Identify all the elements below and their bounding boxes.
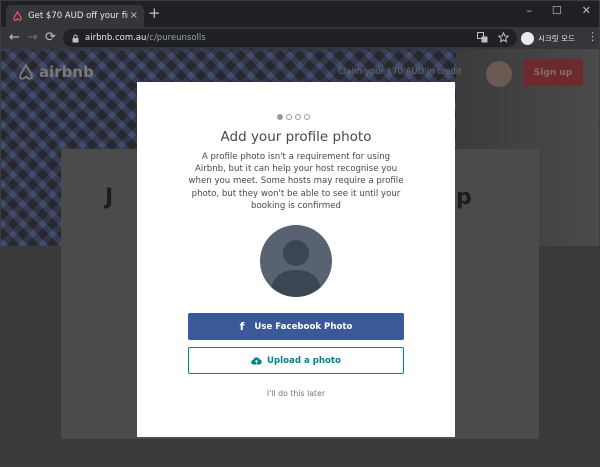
- incognito-label: 시크릿 모드: [538, 33, 575, 43]
- incognito-icon: [521, 31, 534, 45]
- omnibox-actions: [477, 32, 509, 43]
- browser-menu-icon[interactable]: ⋮: [587, 30, 598, 43]
- browser-toolbar: ← → ⟳ airbnb.com.au/c/pureunsolls 시크릿 모드: [1, 27, 599, 49]
- user-silhouette-icon: [270, 240, 322, 297]
- modal-title: Add your profile photo: [220, 129, 372, 145]
- claim-credit-link[interactable]: Claim your $70 AUD in credit: [338, 67, 462, 77]
- url-host: airbnb.com.au: [85, 33, 147, 43]
- upload-photo-button[interactable]: Upload a photo: [188, 347, 404, 374]
- upload-button-label: Upload a photo: [267, 355, 341, 366]
- tab-title: Get $70 AUD off your first adve: [28, 11, 128, 21]
- facebook-button-label: Use Facebook Photo: [254, 321, 353, 332]
- step-dot: [277, 114, 283, 120]
- facebook-icon: f: [239, 320, 245, 333]
- maximize-icon[interactable]: ☐: [552, 4, 562, 17]
- address-bar[interactable]: airbnb.com.au/c/pureunsolls: [63, 29, 517, 47]
- back-icon[interactable]: ←: [9, 29, 20, 47]
- do-this-later-link[interactable]: I'll do this later: [137, 389, 455, 398]
- forward-icon[interactable]: →: [27, 29, 38, 47]
- incognito-chip[interactable]: 시크릿 모드: [521, 30, 575, 46]
- profile-photo-placeholder: [260, 225, 332, 297]
- close-window-icon[interactable]: ✕: [582, 4, 591, 17]
- minimize-icon[interactable]: –: [526, 4, 532, 17]
- page-content: J p airbnb Claim your $70 AUD in credit …: [1, 49, 599, 466]
- tab-close-icon[interactable]: ×: [130, 11, 138, 21]
- url-text: airbnb.com.au/c/pureunsolls: [85, 33, 206, 43]
- airbnb-logo-text: airbnb: [39, 63, 94, 81]
- translate-icon[interactable]: [477, 32, 488, 43]
- step-indicator: [277, 114, 310, 120]
- star-icon[interactable]: [498, 32, 509, 43]
- browser-window: Get $70 AUD off your first adve × + – ☐ …: [0, 0, 600, 467]
- tab-bar: Get $70 AUD off your first adve × + – ☐ …: [1, 1, 599, 27]
- airbnb-logo-icon: [19, 63, 33, 80]
- cloud-upload-icon: [251, 357, 262, 365]
- url-path: /c/pureunsolls: [146, 33, 206, 43]
- step-dot: [286, 114, 292, 120]
- signup-button[interactable]: Sign up: [523, 59, 583, 86]
- step-dot: [295, 114, 301, 120]
- airbnb-logo[interactable]: airbnb: [17, 63, 94, 81]
- hero-heading-fragment-left: J: [105, 185, 114, 210]
- new-tab-icon[interactable]: +: [148, 6, 161, 21]
- profile-photo-modal: Add your profile photo A profile photo i…: [137, 82, 455, 437]
- lock-icon: [72, 34, 79, 42]
- step-dot: [304, 114, 310, 120]
- user-avatar[interactable]: [486, 61, 512, 87]
- hero-heading-fragment-right: p: [456, 185, 472, 210]
- airbnb-favicon-icon: [13, 10, 22, 21]
- modal-description: A profile photo isn't a requirement for …: [188, 152, 404, 211]
- reload-icon[interactable]: ⟳: [45, 29, 56, 47]
- tab-airbnb[interactable]: Get $70 AUD off your first adve ×: [6, 5, 144, 27]
- use-facebook-photo-button[interactable]: f Use Facebook Photo: [188, 313, 404, 340]
- window-controls: – ☐ ✕: [526, 4, 591, 17]
